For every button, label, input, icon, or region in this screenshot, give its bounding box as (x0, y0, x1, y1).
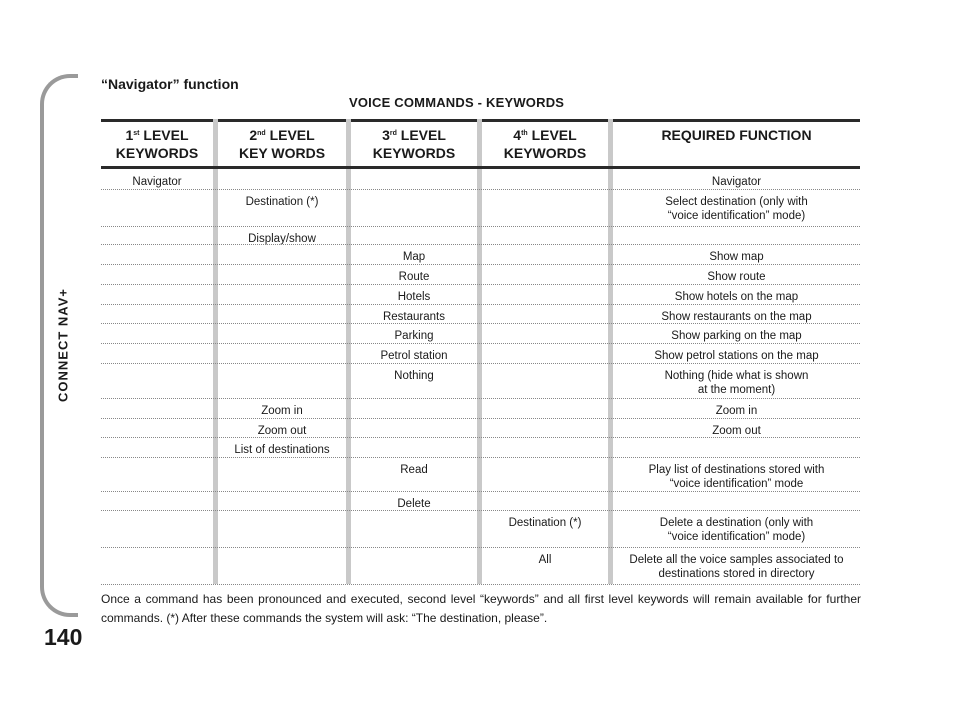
function-line: Delete all the voice samples associated … (629, 554, 844, 566)
table-title: VOICE COMMANDS - KEYWORDS (349, 95, 565, 110)
keyword-cell: Nothing (394, 370, 434, 382)
keyword-cell: Petrol station (380, 350, 448, 362)
function-cell: Nothing (hide what is shown at the moment… (613, 369, 860, 397)
function-cell: Show map (613, 250, 860, 264)
header-level-4: 4th LEVEL KEYWORDS (482, 126, 608, 162)
function-line: “voice identification” mode (669, 478, 804, 490)
header-level-1-suffix: st (133, 130, 140, 137)
keyword-cell: Read (400, 464, 428, 476)
row-divider (101, 343, 860, 344)
row-divider (101, 189, 860, 190)
row-divider (101, 437, 860, 438)
function-line: Show petrol stations on the map (654, 350, 819, 362)
keyword-cell: Navigator (132, 176, 182, 188)
function-line: Navigator (711, 176, 762, 188)
function-cell: Zoom out (613, 424, 860, 438)
header-level-2-line2: KEY WORDS (238, 145, 326, 161)
header-level-3-line1: LEVEL (400, 127, 446, 143)
header-level-1: 1st LEVEL KEYWORDS (101, 126, 213, 162)
keyword-cell: All (538, 554, 552, 566)
header-level-1-line2: KEYWORDS (115, 145, 199, 161)
function-cell: Show hotels on the map (613, 290, 860, 304)
header-level-4-line1: LEVEL (531, 127, 577, 143)
keyword-cell: Delete (397, 498, 431, 510)
keyword-cell: Zoom in (261, 405, 303, 417)
sidebar-label: CONNECT NAV+ (55, 288, 71, 402)
function-line: “voice identification” mode) (667, 531, 806, 543)
header-level-2-suffix: nd (257, 130, 266, 137)
function-cell: Show route (613, 270, 860, 284)
row-divider (101, 547, 860, 548)
function-line: Show restaurants on the map (661, 311, 812, 323)
section-title: “Navigator” function (101, 76, 239, 92)
row-divider (101, 584, 860, 585)
function-line: “voice identification” mode) (667, 210, 806, 222)
function-cell: Show petrol stations on the map (613, 349, 860, 363)
function-line: Zoom in (715, 405, 758, 417)
row-divider (101, 244, 860, 245)
row-divider (101, 491, 860, 492)
page-number: 140 (44, 624, 83, 650)
keyword-cell: Hotels (397, 291, 431, 303)
function-line: Show hotels on the map (674, 291, 799, 303)
header-level-2-line1: LEVEL (269, 127, 315, 143)
header-level-3-number: 3 (382, 127, 390, 143)
function-line: Show map (709, 251, 764, 263)
keyword-cell: Map (402, 251, 426, 263)
row-divider (101, 323, 860, 324)
row-divider (101, 418, 860, 419)
function-line: Delete a destination (only with (659, 517, 814, 529)
function-cell: Select destination (only with “voice iden… (613, 195, 860, 223)
header-level-2: 2nd LEVEL KEY WORDS (218, 126, 346, 162)
function-cell: Navigator (613, 175, 860, 189)
header-level-4-number: 4 (513, 127, 522, 143)
function-cell: Show parking on the map (613, 329, 860, 343)
row-divider (101, 304, 860, 305)
function-line: Show route (707, 271, 766, 283)
header-level-3-suffix: rd (389, 130, 397, 137)
function-cell: Zoom in (613, 404, 860, 418)
keyword-cell: Destination (*) (508, 517, 582, 529)
header-level-2-number: 2 (249, 127, 258, 143)
row-divider (101, 363, 860, 364)
footnote: Once a command has been pronounced and e… (101, 592, 861, 625)
function-line: Select destination (only with (665, 196, 808, 208)
row-divider (101, 398, 860, 399)
header-level-3-line2: KEYWORDS (372, 145, 456, 161)
function-cell: Show restaurants on the map (613, 310, 860, 324)
function-line: Play list of destinations stored with (648, 464, 825, 476)
keyword-cell: List of destinations (234, 444, 330, 456)
function-line: destinations stored in directory (658, 568, 815, 580)
function-line: at the moment) (697, 384, 776, 396)
keyword-cell: Destination (*) (245, 196, 319, 208)
header-level-1-line1: LEVEL (143, 127, 189, 143)
function-line: Show parking on the map (671, 330, 802, 342)
header-level-3: 3rd LEVEL KEYWORDS (351, 126, 477, 162)
header-required-function: REQUIRED FUNCTION (661, 127, 812, 143)
row-divider (101, 264, 860, 265)
function-line: Zoom out (712, 425, 761, 437)
function-line: Nothing (hide what is shown (664, 370, 809, 382)
header-level-4-suffix: th (521, 130, 528, 137)
row-divider (101, 457, 860, 458)
table-header-rule (101, 166, 860, 169)
row-divider (101, 226, 860, 227)
header-level-4-line2: KEYWORDS (503, 145, 587, 161)
function-cell: Play list of destinations stored with “vo… (613, 463, 860, 491)
function-cell: Delete all the voice samples associated … (613, 553, 860, 581)
row-divider (101, 510, 860, 511)
keyword-cell: Route (398, 271, 430, 283)
row-divider (101, 284, 860, 285)
keyword-cell: Restaurants (382, 311, 445, 323)
keyword-cell: Zoom out (257, 425, 307, 437)
function-cell: Delete a destination (only with “voice id… (613, 516, 860, 544)
keyword-cell: Parking (394, 330, 434, 342)
